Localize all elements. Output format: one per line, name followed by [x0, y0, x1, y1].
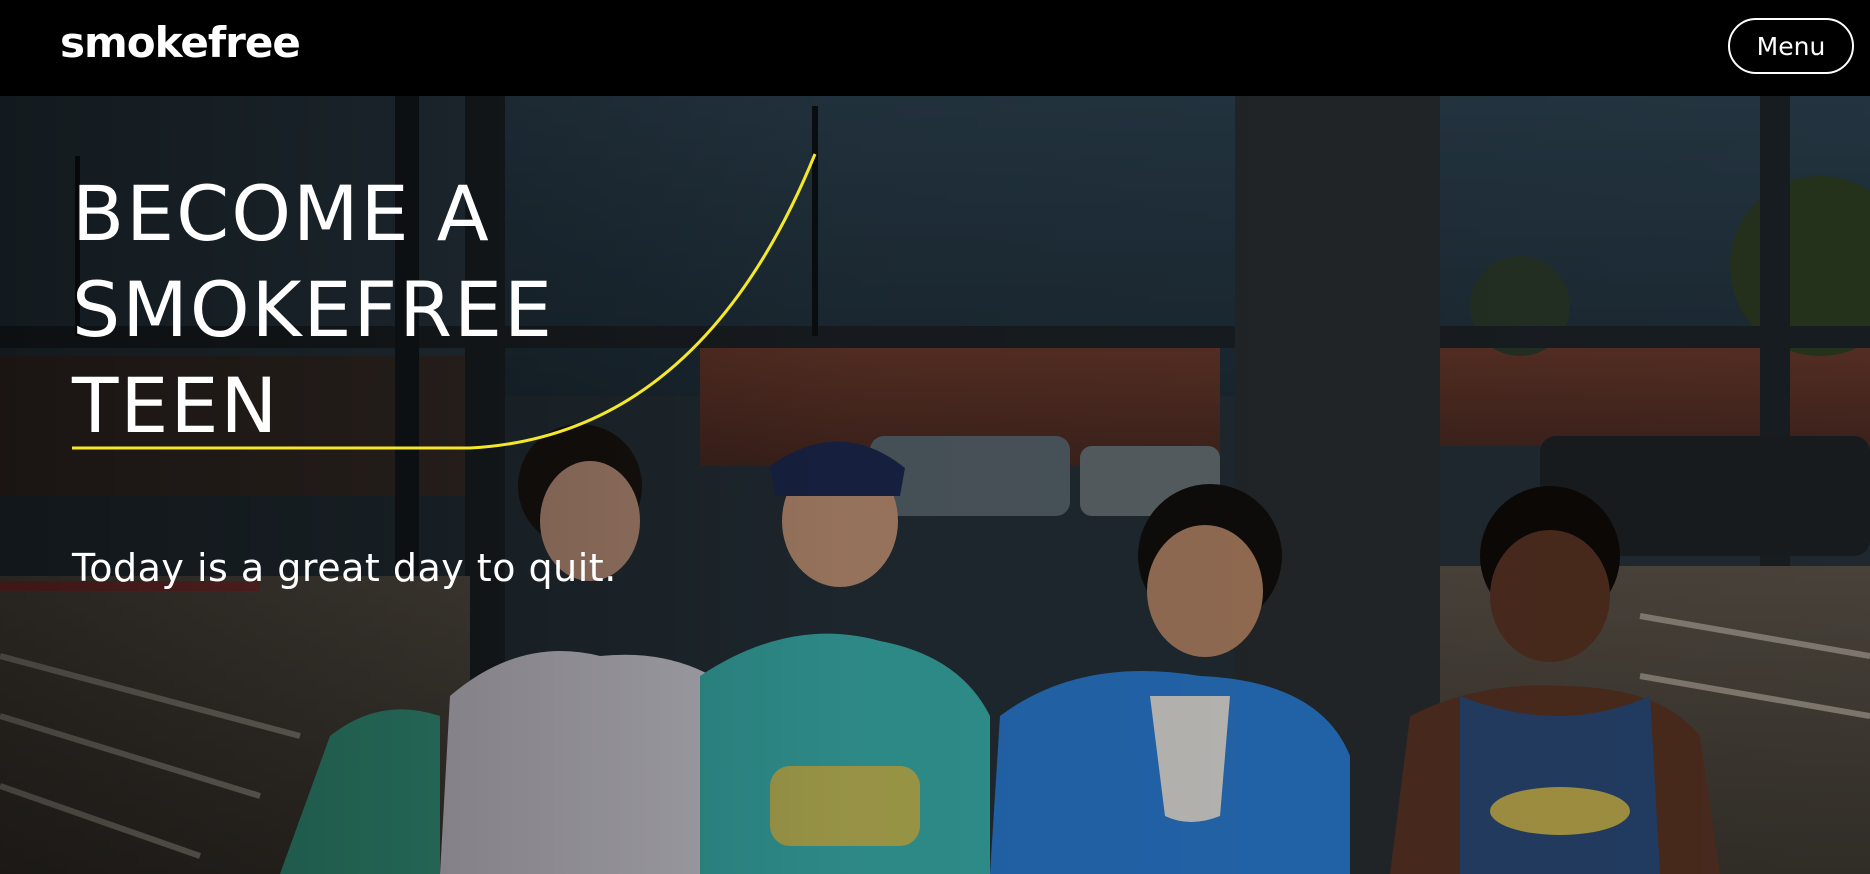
headline-line: SMOKEFREE: [72, 265, 555, 354]
menu-button[interactable]: Menu: [1728, 18, 1854, 74]
headline-line: BECOME A: [72, 169, 491, 258]
headline-line: TEEN: [72, 361, 280, 450]
site-header: smokefree Menu: [0, 0, 1870, 96]
hero-section: BECOME A SMOKEFREE TEEN Today is a great…: [0, 96, 1870, 874]
site-logo[interactable]: smokefree: [60, 18, 301, 67]
hero-tagline: Today is a great day to quit.: [72, 546, 617, 590]
hero-headline: BECOME A SMOKEFREE TEEN: [72, 166, 712, 454]
hero-text: BECOME A SMOKEFREE TEEN Today is a great…: [72, 166, 712, 590]
